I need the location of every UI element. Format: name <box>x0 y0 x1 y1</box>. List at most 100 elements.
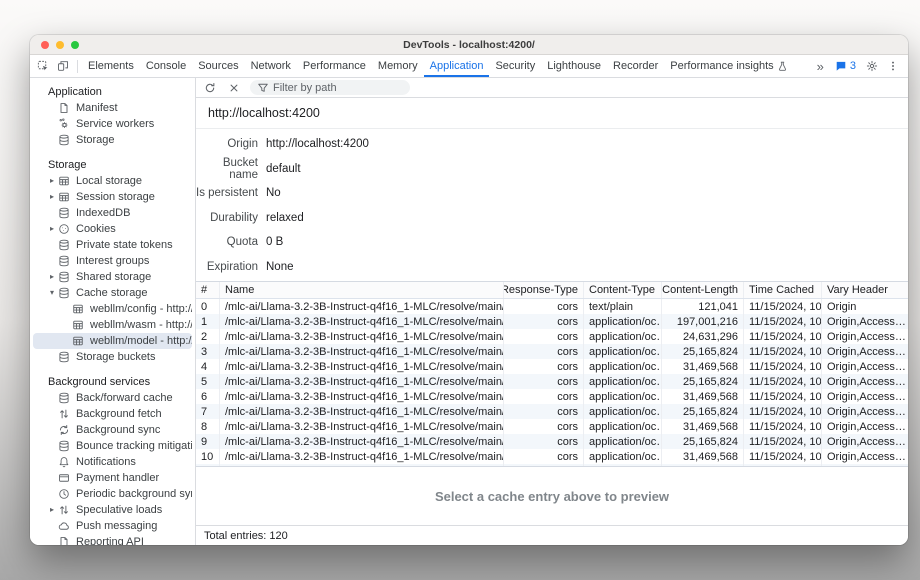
console-insights-button[interactable]: 3 <box>830 60 861 72</box>
cache-entry-row[interactable]: 6/mlc-ai/Llama-3.2-3B-Instruct-q4f16_1-M… <box>196 389 908 404</box>
maximize-window-button[interactable] <box>71 41 79 49</box>
cell-content-length: 197,001,216 <box>662 314 744 329</box>
close-window-button[interactable] <box>41 41 49 49</box>
more-tabs-button[interactable]: » <box>812 59 829 74</box>
chevron-right-icon[interactable]: ▸ <box>46 173 58 189</box>
tab-performance[interactable]: Performance <box>297 55 372 77</box>
sidebar-item-bounce-tracking-mitigations[interactable]: Bounce tracking mitigations <box>33 438 192 454</box>
minimize-window-button[interactable] <box>56 41 64 49</box>
sidebar-item-reporting-api[interactable]: Reporting API <box>33 534 192 545</box>
chevron-right-icon[interactable]: ▸ <box>46 502 58 518</box>
sidebar-item-speculative-loads[interactable]: ▸Speculative loads <box>33 502 192 518</box>
cell-time-cached: 11/15/2024, 10… <box>744 404 822 419</box>
sidebar-item-label: Private state tokens <box>76 239 173 251</box>
cell-content-type: application/oc… <box>584 434 662 449</box>
column-header-time-cached[interactable]: Time Cached <box>744 282 822 298</box>
sidebar-item-private-state-tokens[interactable]: Private state tokens <box>33 237 192 253</box>
document-icon <box>58 536 72 545</box>
sidebar-item-cache-storage[interactable]: ▾Cache storage <box>33 285 192 301</box>
cache-metadata: Originhttp://localhost:4200Bucket namede… <box>196 129 908 281</box>
sidebar-item-service-workers[interactable]: Service workers <box>33 116 192 132</box>
cache-entry-row[interactable]: 0/mlc-ai/Llama-3.2-3B-Instruct-q4f16_1-M… <box>196 299 908 314</box>
tabbar-right-controls: » 3 <box>812 56 905 76</box>
cache-entry-row[interactable]: 7/mlc-ai/Llama-3.2-3B-Instruct-q4f16_1-M… <box>196 404 908 419</box>
cell-time-cached: 11/15/2024, 10… <box>744 449 822 464</box>
sidebar-item-storage-buckets[interactable]: Storage buckets <box>33 349 192 365</box>
chevron-right-icon[interactable]: ▸ <box>46 221 58 237</box>
sidebar-item-payment-handler[interactable]: Payment handler <box>33 470 192 486</box>
cell-number: 0 <box>196 299 220 314</box>
sidebar-item-webllm-model[interactable]: webllm/model - http://loc… <box>33 333 192 349</box>
toggle-device-toolbar-button[interactable] <box>53 56 73 76</box>
sidebar-item-background-sync[interactable]: Background sync <box>33 422 192 438</box>
sidebar-item-manifest[interactable]: Manifest <box>33 100 192 116</box>
tab-sources[interactable]: Sources <box>192 55 244 77</box>
chevron-right-icon[interactable]: ▸ <box>46 269 58 285</box>
tab-elements[interactable]: Elements <box>82 55 140 77</box>
sidebar-item-webllm-wasm[interactable]: webllm/wasm - http://loca… <box>33 317 192 333</box>
cell-vary-header: Origin,Access… <box>822 419 908 434</box>
sidebar-item-cookies[interactable]: ▸Cookies <box>33 221 192 237</box>
sidebar-item-session-storage[interactable]: ▸Session storage <box>33 189 192 205</box>
meta-value: http://localhost:4200 <box>266 138 369 150</box>
sidebar-item-back-forward-cache[interactable]: Back/forward cache <box>33 390 192 406</box>
cell-name: /mlc-ai/Llama-3.2-3B-Instruct-q4f16_1-ML… <box>220 359 504 374</box>
cache-entry-row[interactable]: 9/mlc-ai/Llama-3.2-3B-Instruct-q4f16_1-M… <box>196 434 908 449</box>
meta-label: Expiration <box>196 261 258 273</box>
column-header-response-type[interactable]: Response-Type <box>504 282 584 298</box>
cell-time-cached: 11/15/2024, 10… <box>744 434 822 449</box>
sidebar-item-storage[interactable]: Storage <box>33 132 192 148</box>
column-header-name[interactable]: Name <box>220 282 504 298</box>
cache-entry-row[interactable]: 3/mlc-ai/Llama-3.2-3B-Instruct-q4f16_1-M… <box>196 344 908 359</box>
sidebar-item-local-storage[interactable]: ▸Local storage <box>33 173 192 189</box>
filter-input[interactable] <box>273 82 403 94</box>
chevron-down-icon[interactable]: ▾ <box>46 285 58 301</box>
cell-vary-header: Origin,Access… <box>822 434 908 449</box>
sidebar-item-label: Manifest <box>76 102 118 114</box>
sidebar-item-push-messaging[interactable]: Push messaging <box>33 518 192 534</box>
tab-security[interactable]: Security <box>489 55 541 77</box>
tab-console[interactable]: Console <box>140 55 192 77</box>
column-header-vary-header[interactable]: Vary Header <box>822 282 908 298</box>
meta-row-quota: Quota0 B <box>196 230 908 255</box>
cache-toolbar <box>196 78 908 98</box>
cell-name: /mlc-ai/Llama-3.2-3B-Instruct-q4f16_1-ML… <box>220 449 504 464</box>
filter-box[interactable] <box>250 80 410 95</box>
cache-entry-row[interactable]: 1/mlc-ai/Llama-3.2-3B-Instruct-q4f16_1-M… <box>196 314 908 329</box>
tab-lighthouse[interactable]: Lighthouse <box>541 55 607 77</box>
kebab-menu-icon[interactable] <box>883 56 903 76</box>
column-header-number[interactable]: # <box>196 282 220 298</box>
cell-name: /mlc-ai/Llama-3.2-3B-Instruct-q4f16_1-ML… <box>220 389 504 404</box>
tab-application[interactable]: Application <box>424 55 490 77</box>
refresh-icon[interactable] <box>200 78 220 98</box>
tab-memory[interactable]: Memory <box>372 55 424 77</box>
sidebar-item-periodic-background-sync[interactable]: Periodic background sync <box>33 486 192 502</box>
sidebar-item-label: Notifications <box>76 456 136 468</box>
sidebar-item-background-fetch[interactable]: Background fetch <box>33 406 192 422</box>
updown-arrows-icon <box>58 408 72 420</box>
chevron-right-icon[interactable]: ▸ <box>46 189 58 205</box>
sidebar-item-shared-storage[interactable]: ▸Shared storage <box>33 269 192 285</box>
filter-icon <box>257 82 269 94</box>
inspect-element-button[interactable] <box>33 56 53 76</box>
cache-entry-row[interactable]: 2/mlc-ai/Llama-3.2-3B-Instruct-q4f16_1-M… <box>196 329 908 344</box>
meta-value: No <box>266 187 281 199</box>
delete-selected-icon[interactable] <box>224 78 244 98</box>
toolbar-separator <box>77 60 78 73</box>
sidebar-item-interest-groups[interactable]: Interest groups <box>33 253 192 269</box>
database-icon <box>58 287 72 299</box>
cache-entry-row[interactable]: 10/mlc-ai/Llama-3.2-3B-Instruct-q4f16_1-… <box>196 449 908 464</box>
sidebar-item-notifications[interactable]: Notifications <box>33 454 192 470</box>
settings-gear-icon[interactable] <box>862 56 882 76</box>
tab-network[interactable]: Network <box>245 55 297 77</box>
cache-entry-row[interactable]: 8/mlc-ai/Llama-3.2-3B-Instruct-q4f16_1-M… <box>196 419 908 434</box>
sidebar-item-webllm-config[interactable]: webllm/config - http://loc… <box>33 301 192 317</box>
column-header-content-length[interactable]: Content-Length <box>662 282 744 298</box>
tab-recorder[interactable]: Recorder <box>607 55 664 77</box>
cell-response-type: cors <box>504 299 584 314</box>
cache-entry-row[interactable]: 5/mlc-ai/Llama-3.2-3B-Instruct-q4f16_1-M… <box>196 374 908 389</box>
cache-entry-row[interactable]: 4/mlc-ai/Llama-3.2-3B-Instruct-q4f16_1-M… <box>196 359 908 374</box>
sidebar-item-indexeddb[interactable]: IndexedDB <box>33 205 192 221</box>
tab-performance-insights[interactable]: Performance insights <box>664 55 793 77</box>
column-header-content-type[interactable]: Content-Type <box>584 282 662 298</box>
